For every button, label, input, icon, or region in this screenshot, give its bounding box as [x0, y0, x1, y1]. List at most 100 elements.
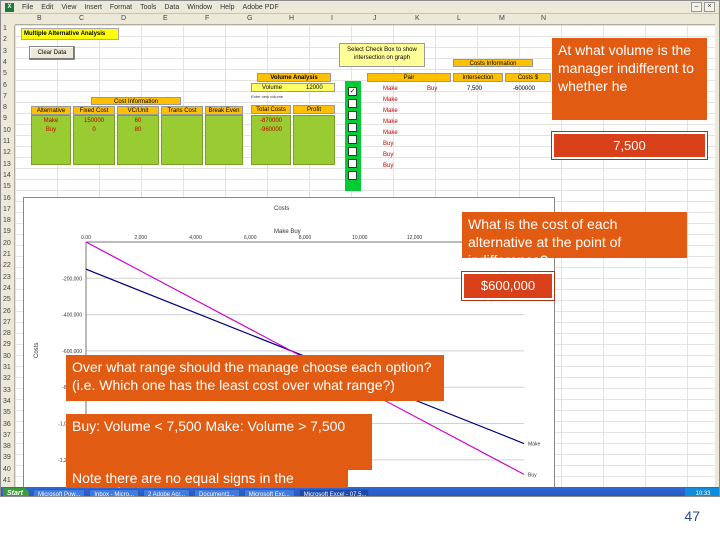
row-header[interactable]: 35: [3, 409, 11, 416]
question-range-choice: Over what range should the manage choose…: [66, 355, 444, 401]
alternative-make[interactable]: Make: [32, 117, 70, 126]
row-header[interactable]: 10: [3, 127, 11, 134]
row-header[interactable]: 33: [3, 387, 11, 394]
row-header[interactable]: 40: [3, 466, 11, 473]
column-header[interactable]: L: [457, 15, 461, 22]
intersection-checkbox-8[interactable]: [348, 171, 357, 180]
row-header[interactable]: 37: [3, 432, 11, 439]
column-header[interactable]: D: [121, 15, 126, 22]
column-header[interactable]: K: [415, 15, 420, 22]
column-header[interactable]: C: [79, 15, 84, 22]
row-header[interactable]: 7: [3, 93, 7, 100]
cost-info-title: Cost Information: [91, 97, 181, 105]
row-header[interactable]: 18: [3, 217, 11, 224]
menu-file[interactable]: File: [22, 4, 33, 11]
row-header[interactable]: 8: [3, 104, 7, 111]
intersection-checkbox-4[interactable]: [348, 123, 357, 132]
volume-row[interactable]: Volume 12000: [251, 83, 335, 92]
row-header[interactable]: 23: [3, 274, 11, 281]
alternatives-column[interactable]: Make Buy: [31, 115, 71, 165]
row-header[interactable]: 1: [3, 25, 7, 32]
row-header[interactable]: 38: [3, 443, 11, 450]
volume-input[interactable]: 12000: [306, 84, 323, 93]
pair-cell-d: -600000: [513, 86, 536, 92]
header-alternative: Alternative: [31, 106, 71, 115]
row-header[interactable]: 31: [3, 364, 11, 371]
fixed-cost-buy[interactable]: 0: [74, 126, 114, 135]
row-header[interactable]: 26: [3, 308, 11, 315]
column-header[interactable]: E: [163, 15, 168, 22]
row-header[interactable]: 24: [3, 285, 11, 292]
column-header[interactable]: N: [541, 15, 546, 22]
menu-window[interactable]: Window: [187, 4, 212, 11]
row-header[interactable]: 22: [3, 262, 11, 269]
task-item[interactable]: Inbox - Micro...: [89, 488, 139, 496]
task-item[interactable]: Document1...: [194, 488, 240, 496]
row-header[interactable]: 4: [3, 59, 7, 66]
row-header[interactable]: 6: [3, 82, 7, 89]
menu-help[interactable]: Help: [220, 4, 234, 11]
intersection-checkbox-3[interactable]: [348, 111, 357, 120]
vc-unit-make[interactable]: 60: [118, 117, 158, 126]
intersection-checkbox-6[interactable]: [348, 147, 357, 156]
row-header[interactable]: 34: [3, 398, 11, 405]
column-header[interactable]: F: [205, 15, 209, 22]
row-header[interactable]: 21: [3, 251, 11, 258]
column-header[interactable]: B: [37, 15, 42, 22]
fixed-cost-make[interactable]: 150000: [74, 117, 114, 126]
row-header[interactable]: 9: [3, 115, 7, 122]
minimize-icon[interactable]: –: [691, 2, 702, 12]
row-header[interactable]: 29: [3, 341, 11, 348]
row-header[interactable]: 39: [3, 454, 11, 461]
row-header[interactable]: 19: [3, 228, 11, 235]
row-header[interactable]: 17: [3, 206, 11, 213]
row-header[interactable]: 25: [3, 296, 11, 303]
row-header[interactable]: 30: [3, 353, 11, 360]
row-header[interactable]: 2: [3, 36, 7, 43]
fixed-cost-column[interactable]: 150000 0: [73, 115, 115, 165]
column-header[interactable]: M: [499, 15, 505, 22]
row-header[interactable]: 5: [3, 70, 7, 77]
trans-cost-column[interactable]: [161, 115, 203, 165]
task-item[interactable]: Microsoft Exc...: [243, 488, 295, 496]
row-header[interactable]: 16: [3, 195, 11, 202]
menu-view[interactable]: View: [61, 4, 76, 11]
row-header[interactable]: 14: [3, 172, 11, 179]
column-header[interactable]: G: [247, 15, 252, 22]
task-item-active[interactable]: Microsoft Excel - 07.5...: [298, 488, 369, 496]
task-item[interactable]: Microsoft Pow...: [32, 488, 86, 496]
alternative-buy[interactable]: Buy: [32, 126, 70, 135]
task-item[interactable]: 2 Adobe Acr...: [143, 488, 191, 496]
column-header[interactable]: J: [373, 15, 377, 22]
close-icon[interactable]: ×: [704, 2, 715, 12]
row-header[interactable]: 27: [3, 319, 11, 326]
row-header[interactable]: 11: [3, 138, 10, 145]
row-header[interactable]: 3: [3, 48, 7, 55]
row-header[interactable]: 12: [3, 149, 11, 156]
column-header[interactable]: H: [289, 15, 294, 22]
row-header[interactable]: 41: [3, 477, 11, 484]
question-cost-at-indifference: What is the cost of each alternative at …: [462, 212, 687, 258]
menu-format[interactable]: Format: [110, 4, 132, 11]
menu-data[interactable]: Data: [164, 4, 179, 11]
intersection-checkbox-1[interactable]: ✓: [348, 87, 357, 96]
intersection-checkbox-5[interactable]: [348, 135, 357, 144]
row-header[interactable]: 13: [3, 161, 11, 168]
clear-data-button[interactable]: Clear Data: [29, 46, 75, 60]
row-header[interactable]: 28: [3, 330, 11, 337]
row-header[interactable]: 20: [3, 240, 11, 247]
row-header[interactable]: 36: [3, 421, 11, 428]
menu-edit[interactable]: Edit: [41, 4, 53, 11]
row-header[interactable]: 32: [3, 375, 11, 382]
vc-unit-column[interactable]: 60 80: [117, 115, 159, 165]
row-header[interactable]: 15: [3, 183, 11, 190]
vc-unit-buy[interactable]: 80: [118, 126, 158, 135]
column-header[interactable]: I: [331, 15, 333, 22]
intersection-checkbox-7[interactable]: [348, 159, 357, 168]
break-even-column[interactable]: [205, 115, 243, 165]
menu-tools[interactable]: Tools: [140, 4, 156, 11]
menu-adobe-pdf[interactable]: Adobe PDF: [243, 4, 279, 11]
start-button[interactable]: Start: [3, 488, 29, 496]
intersection-checkbox-2[interactable]: [348, 99, 357, 108]
menu-insert[interactable]: Insert: [84, 4, 102, 11]
